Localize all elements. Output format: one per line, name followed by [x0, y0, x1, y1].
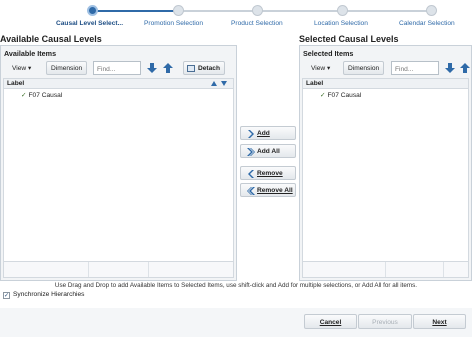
column-label: Label: [306, 80, 324, 87]
dimension-button[interactable]: Dimension: [46, 61, 88, 75]
step-label-product[interactable]: Product Selection: [231, 20, 283, 27]
view-label: View: [12, 65, 27, 72]
available-column-header[interactable]: Label: [4, 79, 233, 89]
available-panel: Available Items View ▾ Dimension Detach …: [0, 45, 237, 281]
selected-title: Selected Causal Levels: [299, 34, 399, 44]
synchronize-hierarchies-checkbox[interactable]: ✓ Synchronize Hierarchies: [3, 291, 84, 301]
arrow-down-icon[interactable]: [147, 63, 157, 73]
next-label: Next: [432, 319, 447, 326]
check-icon: ✓: [21, 92, 27, 99]
view-label: View: [311, 65, 326, 72]
add-all-button[interactable]: Add All: [240, 144, 296, 158]
view-menu[interactable]: View ▾: [8, 61, 35, 75]
row-label: F07 Causal: [327, 92, 362, 99]
sync-label: Synchronize Hierarchies: [13, 291, 85, 298]
remove-button[interactable]: Remove: [240, 166, 296, 180]
arrow-down-icon[interactable]: [445, 63, 455, 73]
row-label: F07 Causal: [28, 92, 63, 99]
caret-down-icon: ▾: [28, 65, 32, 72]
column-label: Label: [7, 80, 25, 87]
arrow-up-icon[interactable]: [460, 63, 470, 73]
wizard-train: Causal Level Select... Promotion Selecti…: [0, 0, 472, 30]
sort-asc-icon[interactable]: [211, 81, 217, 86]
add-all-label: Add All: [257, 148, 280, 155]
available-table-footer: [4, 261, 233, 277]
detach-icon: [187, 65, 195, 72]
double-chevron-left-icon: [247, 187, 255, 195]
detach-button[interactable]: Detach: [183, 61, 225, 75]
add-button[interactable]: Add: [240, 126, 296, 140]
chevron-right-icon: [248, 130, 254, 138]
previous-button[interactable]: Previous: [358, 314, 412, 329]
arrow-up-icon[interactable]: [163, 63, 173, 73]
step-label-promotion[interactable]: Promotion Selection: [144, 20, 203, 27]
next-button[interactable]: Next: [413, 314, 466, 329]
instruction-text: Use Drag and Drop to add Available Items…: [54, 282, 418, 289]
remove-all-label: Remove All: [257, 187, 293, 194]
selected-header: Selected Items: [303, 49, 354, 58]
step-label-location[interactable]: Location Selection: [314, 20, 368, 27]
detach-label: Detach: [198, 65, 220, 72]
train-stop-product[interactable]: [252, 5, 263, 16]
available-table: Label ✓ F07 Causal: [3, 78, 234, 278]
train-stop-calendar[interactable]: [426, 5, 437, 16]
add-label: Add: [257, 130, 270, 137]
remove-label: Remove: [257, 170, 283, 177]
step-label-causal-level[interactable]: Causal Level Select...: [56, 20, 123, 27]
train-stop-causal-level[interactable]: [87, 5, 98, 16]
train-stop-location[interactable]: [337, 5, 348, 16]
sort-desc-icon[interactable]: [221, 81, 227, 86]
cancel-button[interactable]: Cancel: [304, 314, 357, 329]
train-connector: [178, 10, 432, 12]
table-row[interactable]: ✓ F07 Causal: [4, 90, 233, 100]
table-row[interactable]: ✓ F07 Causal: [303, 90, 468, 100]
selected-column-header[interactable]: Label: [303, 79, 468, 89]
step-label-calendar[interactable]: Calendar Selection: [399, 20, 455, 27]
view-menu[interactable]: View ▾: [307, 61, 334, 75]
find-input[interactable]: [93, 61, 141, 75]
selected-table-footer: [303, 261, 468, 277]
available-toolbar: View ▾ Dimension Detach: [1, 60, 236, 76]
caret-down-icon: ▾: [327, 65, 331, 72]
cancel-label: Cancel: [319, 319, 342, 326]
train-connector: [92, 10, 178, 12]
available-header: Available Items: [4, 49, 57, 58]
previous-label: Previous: [372, 319, 398, 326]
selected-table: Label ✓ F07 Causal: [302, 78, 469, 278]
find-input[interactable]: [391, 61, 439, 75]
available-title: Available Causal Levels: [0, 34, 102, 44]
selected-toolbar: View ▾ Dimension: [300, 60, 471, 76]
selected-panel: Selected Items View ▾ Dimension Label ✓F…: [299, 45, 472, 281]
check-icon: ✓: [320, 92, 326, 99]
chevron-left-icon: [248, 170, 254, 178]
checkbox-icon[interactable]: ✓: [3, 292, 10, 299]
remove-all-button[interactable]: Remove All: [240, 183, 296, 197]
dimension-button[interactable]: Dimension: [343, 61, 385, 75]
double-chevron-right-icon: [247, 148, 255, 156]
train-stop-promotion[interactable]: [173, 5, 184, 16]
